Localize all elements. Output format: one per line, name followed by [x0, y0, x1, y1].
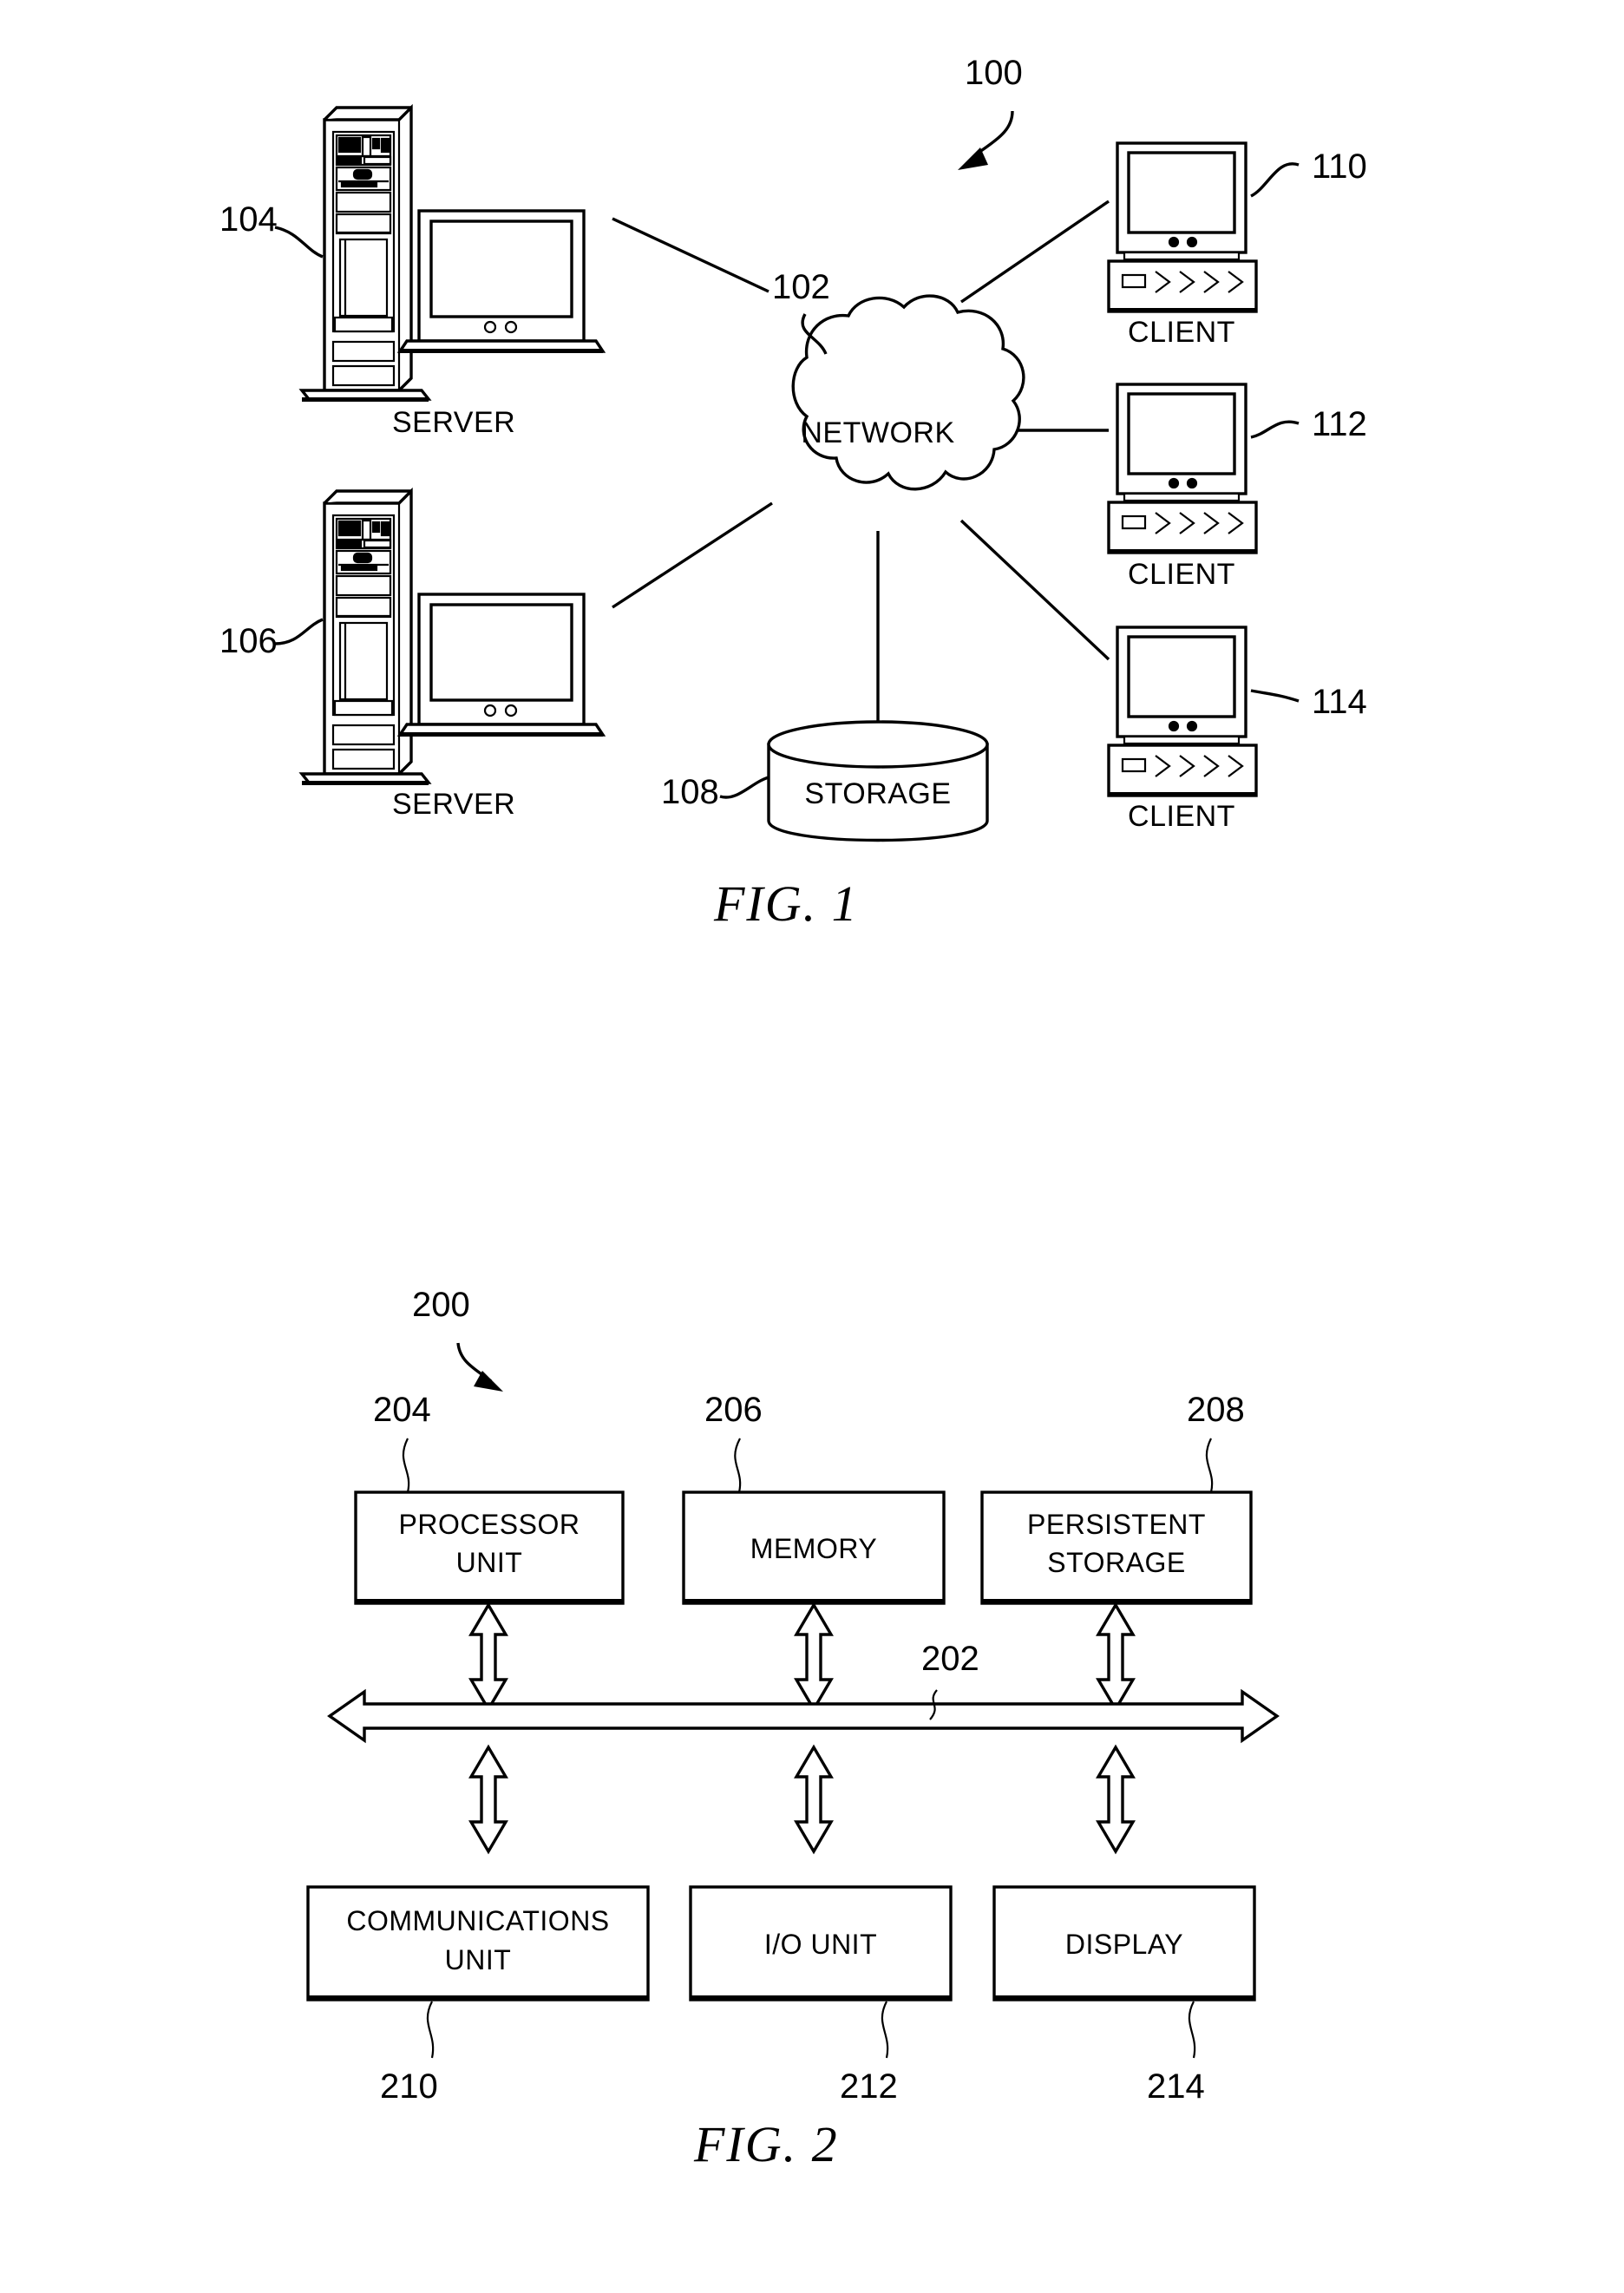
- fig2-arrow-bus-display: [1097, 1746, 1135, 1853]
- link-network-client110: [960, 200, 1110, 304]
- client-114-pc: [1107, 626, 1258, 798]
- fig2-box-io-unit: I/O UNIT 212: [689, 1885, 953, 2106]
- network-ref: 102: [772, 268, 830, 306]
- server-106-group: 106 SERVER: [219, 489, 605, 821]
- client-114-ref: 114: [1312, 683, 1367, 721]
- server-104-ref: 104: [219, 200, 278, 239]
- fig2-leader-204: [402, 1438, 410, 1493]
- fig2-arrow-memory-bus: [795, 1603, 833, 1711]
- fig2-box-processor-unit-line2: UNIT: [456, 1547, 523, 1578]
- fig2-ref-212: 212: [840, 2067, 898, 2106]
- fig2-arrow-persistent-bus: [1097, 1603, 1135, 1711]
- network-cloud-group: NETWORK 102: [772, 268, 1025, 491]
- storage-ref: 108: [661, 773, 719, 811]
- client-112-ref: 112: [1312, 405, 1367, 443]
- storage-leader: [719, 776, 769, 799]
- fig2-box-persistent-storage: PERSISTENT STORAGE 208: [980, 1391, 1253, 1605]
- link-network-client114: [959, 519, 1110, 661]
- server-106-ref: 106: [219, 622, 278, 660]
- fig2-box-persistent-storage-line1: PERSISTENT: [1027, 1509, 1206, 1540]
- fig2-ref-202: 202: [921, 1640, 979, 1678]
- client-112-label: CLIENT: [1128, 558, 1235, 591]
- fig2-box-memory: MEMORY 206: [682, 1391, 946, 1605]
- fig2-ref-210: 210: [380, 2067, 438, 2106]
- storage-label: STORAGE: [804, 777, 951, 810]
- client-114-label: CLIENT: [1128, 800, 1235, 833]
- fig1-system-leader: [978, 110, 1014, 154]
- link-server104-network: [612, 217, 769, 293]
- fig2-box-io-unit-line1: I/O UNIT: [764, 1929, 877, 1960]
- fig2-system-ref: 200: [412, 1286, 470, 1324]
- fig2-box-communications-unit-line2: UNIT: [445, 1944, 512, 1975]
- fig2-box-communications-unit: COMMUNICATIONS UNIT 210: [306, 1885, 650, 2106]
- fig2-leader-206: [734, 1438, 742, 1493]
- client-114-leader: [1250, 689, 1300, 703]
- fig2-box-communications-unit-line1: COMMUNICATIONS: [346, 1905, 609, 1936]
- fig1-caption: FIG. 1: [714, 875, 859, 932]
- fig2-system-arrowhead: [474, 1371, 503, 1392]
- client-110-group: 110 CLIENT: [1107, 141, 1367, 349]
- fig2-arrow-bus-communications: [469, 1746, 508, 1853]
- fig2-box-display: DISPLAY 214: [992, 1885, 1256, 2106]
- client-112-pc: [1107, 383, 1258, 555]
- fig2-box-display-line1: DISPLAY: [1065, 1929, 1183, 1960]
- fig2-box-memory-line1: MEMORY: [750, 1533, 877, 1564]
- figure-canvas: 100 104 SERVER 106 SERVER NETWORK 102 ST…: [219, 54, 1367, 2106]
- fig2-box-processor-unit: PROCESSOR UNIT 204: [354, 1391, 625, 1605]
- fig2-leader-210: [426, 2001, 435, 2059]
- server-106-leader: [274, 618, 324, 645]
- link-server106-network: [612, 501, 773, 609]
- network-cloud-shape: [791, 294, 1025, 491]
- server-106-label: SERVER: [392, 788, 515, 821]
- fig2-ref-208: 208: [1187, 1391, 1245, 1429]
- server-104-group: 104 SERVER: [219, 106, 605, 439]
- fig2-box-processor-unit-line1: PROCESSOR: [399, 1509, 580, 1540]
- network-label: NETWORK: [801, 416, 954, 449]
- client-110-pc: [1107, 141, 1258, 314]
- storage-group: STORAGE 108: [661, 720, 989, 842]
- client-110-label: CLIENT: [1128, 316, 1235, 349]
- client-112-group: 112 CLIENT: [1107, 383, 1367, 591]
- server-104-leader: [274, 226, 324, 259]
- fig2-leader-208: [1205, 1438, 1214, 1493]
- fig1-system-ref: 100: [965, 54, 1023, 92]
- fig2-leader-214: [1188, 2001, 1196, 2059]
- fig2-box-persistent-storage-line2: STORAGE: [1047, 1547, 1185, 1578]
- server-106-monitor: [398, 593, 605, 738]
- client-110-ref: 110: [1312, 147, 1367, 186]
- patent-figure-page: 100 104 SERVER 106 SERVER NETWORK 102 ST…: [0, 0, 1624, 2293]
- client-112-leader: [1250, 420, 1300, 439]
- server-106-tower: [300, 489, 430, 787]
- client-114-group: 114 CLIENT: [1107, 626, 1367, 833]
- server-104-monitor: [398, 209, 605, 355]
- storage-cylinder-top: [767, 720, 989, 769]
- fig2-leader-212: [881, 2001, 889, 2059]
- server-104-label: SERVER: [392, 406, 515, 439]
- client-110-leader: [1250, 162, 1300, 198]
- fig2-arrow-processor-bus: [469, 1603, 508, 1711]
- fig2-ref-204: 204: [373, 1391, 431, 1429]
- fig2-ref-206: 206: [704, 1391, 763, 1429]
- fig2-arrow-bus-io: [795, 1746, 833, 1853]
- fig2-ref-214: 214: [1147, 2067, 1205, 2106]
- fig2-caption: FIG. 2: [694, 2116, 839, 2172]
